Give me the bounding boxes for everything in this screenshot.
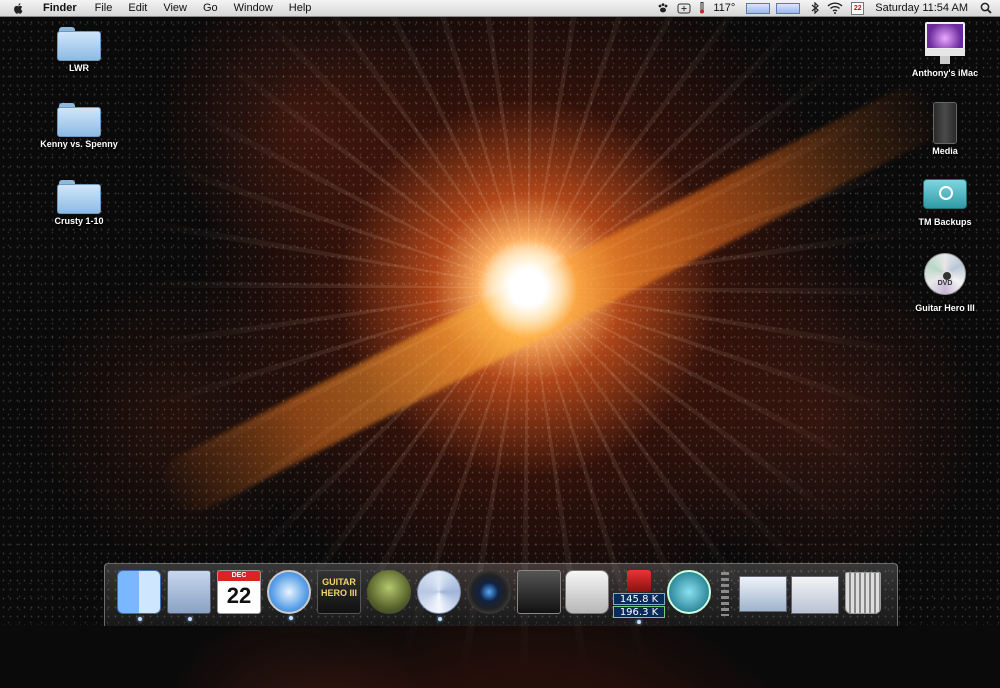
guitar-hero-icon[interactable]: GUITAR HERO III [317, 570, 361, 614]
ical-month: DEC [218, 571, 260, 581]
calendar-date-icon[interactable]: 22 [847, 0, 871, 16]
imovie-icon[interactable] [517, 570, 561, 614]
desktop-item-label: Media [932, 146, 958, 156]
wallpaper-star [478, 238, 578, 338]
ical-day: 22 [226, 583, 252, 608]
desktop-item-label: Kenny vs. Spenny [40, 139, 118, 149]
time-machine-drive-icon [923, 179, 967, 209]
desktop-item-label: TM Backups [918, 217, 972, 227]
safari-icon[interactable] [267, 570, 311, 620]
menu-bar: Finder File Edit View Go Window Help 117… [0, 0, 1000, 17]
network-meter-icon[interactable]: 145.8 K 196.3 K [613, 570, 665, 624]
desktop-item-label: Guitar Hero III [915, 303, 975, 313]
hard-drive-icon [933, 102, 957, 144]
folder-icon [57, 180, 101, 214]
desktop-item-kenny-vs-spenny[interactable]: Kenny vs. Spenny [29, 103, 129, 149]
desktop-item-lwr[interactable]: LWR [29, 27, 129, 73]
menu-view[interactable]: View [155, 0, 195, 16]
ical-icon[interactable]: DEC 22 [217, 570, 261, 614]
desktop-item-anthonys-imac[interactable]: Anthony's iMac [895, 22, 995, 78]
menu-window[interactable]: Window [226, 0, 281, 16]
desktop-item-label: Anthony's iMac [911, 68, 979, 78]
cpu-meter[interactable] [739, 0, 807, 16]
desktop-item-label: LWR [69, 63, 89, 73]
folder-icon [57, 103, 101, 137]
itunes-icon[interactable] [417, 570, 461, 621]
dock-separator [721, 572, 729, 616]
paw-icon[interactable] [653, 0, 673, 16]
downloads-stack-icon[interactable] [791, 576, 839, 614]
thermometer-icon[interactable] [695, 0, 709, 16]
wifi-icon[interactable] [823, 0, 847, 16]
spotlight-search-icon[interactable] [976, 0, 1000, 16]
menu-help[interactable]: Help [281, 0, 320, 16]
trash-icon[interactable] [845, 572, 881, 614]
dvd-icon: DVD [924, 253, 966, 295]
folder-icon [57, 27, 101, 61]
menu-finder[interactable]: Finder [35, 0, 87, 16]
time-machine-icon[interactable] [667, 570, 711, 614]
network-app-icon [627, 570, 651, 592]
camera-icon[interactable] [467, 570, 511, 614]
desktop-item-tm-backups[interactable]: TM Backups [895, 173, 995, 227]
halo-icon[interactable] [367, 570, 411, 614]
temperature-readout[interactable]: 117° [709, 0, 739, 16]
dock: DEC 22 GUITAR HERO III 145.8 K 196.3 K [104, 563, 898, 626]
apple-menu-icon[interactable] [12, 2, 25, 15]
desktop-item-crusty[interactable]: Crusty 1-10 [29, 180, 129, 226]
menu-edit[interactable]: Edit [120, 0, 155, 16]
menu-clock[interactable]: Saturday 11:54 AM [871, 0, 976, 16]
guitar-hero-title: GUITAR HERO III [320, 577, 357, 598]
download-rate: 196.3 K [613, 606, 665, 618]
mail-icon[interactable] [167, 570, 211, 621]
menu-go[interactable]: Go [195, 0, 226, 16]
battery-status-icon[interactable] [673, 0, 695, 16]
documents-stack-icon[interactable] [739, 576, 787, 612]
imac-icon [922, 22, 968, 66]
desktop-item-label: Crusty 1-10 [54, 216, 104, 226]
menu-file[interactable]: File [87, 0, 121, 16]
desktop-item-media[interactable]: Media [895, 102, 995, 156]
dvd-label: DVD [937, 280, 953, 287]
bluetooth-icon[interactable] [807, 0, 823, 16]
finder-icon[interactable] [117, 570, 161, 621]
upload-rate: 145.8 K [613, 593, 665, 605]
desktop-item-guitar-hero-iii[interactable]: DVD Guitar Hero III [895, 253, 995, 313]
ichat-icon[interactable] [565, 570, 609, 614]
